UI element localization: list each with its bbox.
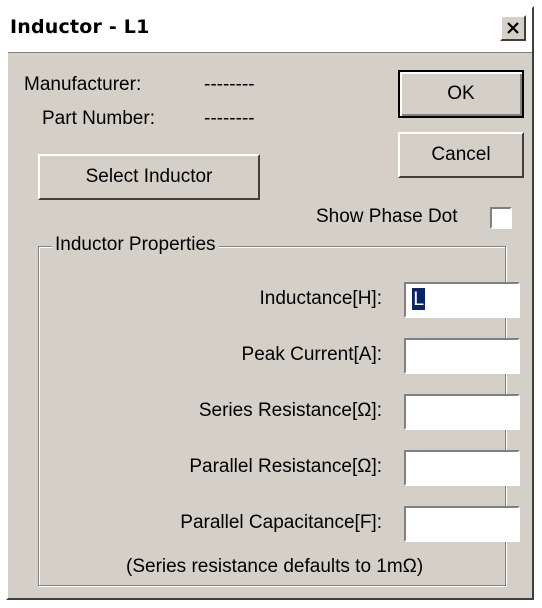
inductance-value: L (412, 288, 425, 310)
show-phase-dot-checkbox[interactable] (490, 207, 512, 229)
select-inductor-button[interactable]: Select Inductor (38, 154, 260, 200)
manufacturer-value: -------- (204, 74, 255, 95)
dialog-title: Inductor - L1 (10, 16, 150, 38)
part-number-label: Part Number: (42, 108, 155, 129)
inductance-input[interactable]: L (404, 282, 520, 318)
series-resistance-label: Series Resistance[Ω]: (198, 400, 382, 421)
series-resistance-note: (Series resistance defaults to 1mΩ) (126, 556, 424, 577)
parallel-capacitance-input[interactable] (404, 506, 520, 542)
parallel-resistance-label: Parallel Resistance[Ω]: (189, 456, 382, 477)
close-button[interactable] (500, 15, 526, 41)
ok-button[interactable]: OK (398, 70, 524, 118)
parallel-capacitance-label: Parallel Capacitance[F]: (180, 512, 382, 533)
peak-current-label: Peak Current[A]: (241, 344, 382, 365)
inductor-properties-title: Inductor Properties (52, 234, 219, 256)
peak-current-input[interactable] (404, 338, 520, 374)
manufacturer-label: Manufacturer: (24, 74, 142, 95)
part-number-value: -------- (204, 108, 255, 129)
cancel-button[interactable]: Cancel (398, 132, 524, 178)
close-icon (507, 22, 519, 34)
show-phase-dot-label: Show Phase Dot (316, 206, 458, 227)
inductor-dialog: Inductor - L1 Manufacturer: -------- Par… (6, 6, 534, 600)
title-bar: Inductor - L1 (8, 8, 532, 53)
inductance-label: Inductance[H]: (259, 288, 382, 309)
series-resistance-input[interactable] (404, 394, 520, 430)
parallel-resistance-input[interactable] (404, 450, 520, 486)
